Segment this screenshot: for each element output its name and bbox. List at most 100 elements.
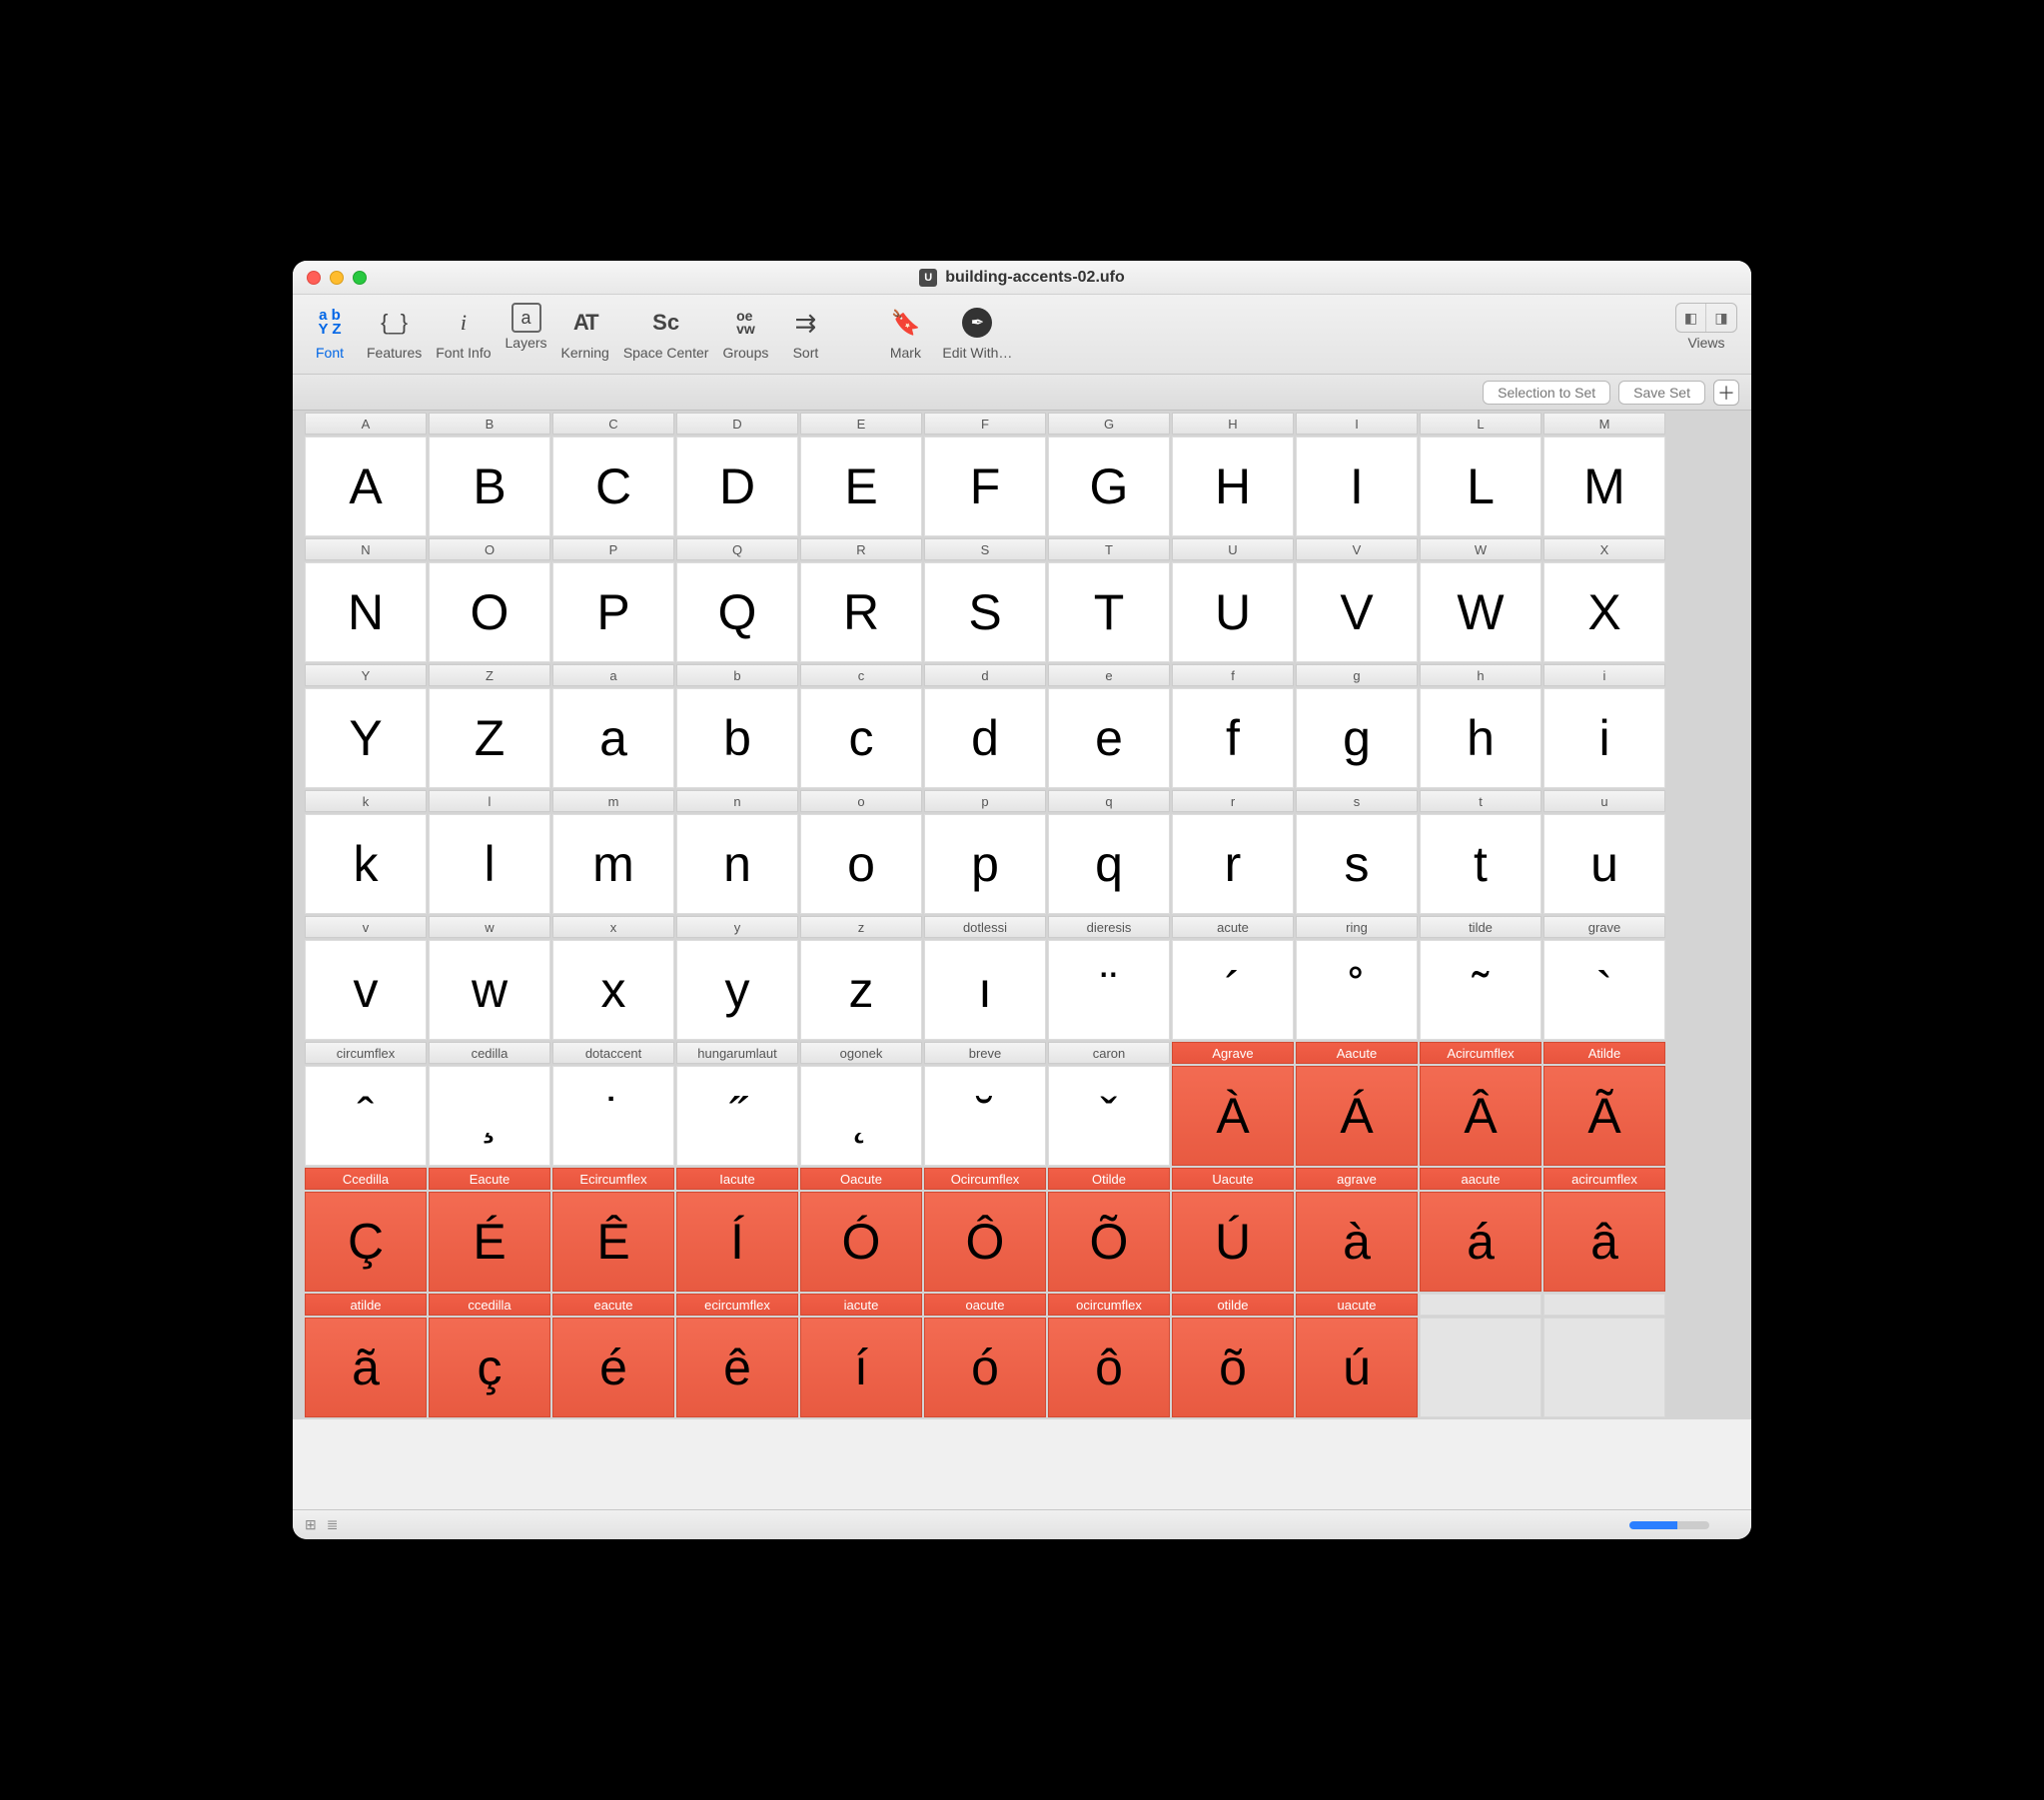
glyph-cell[interactable]: Ã <box>1543 1066 1665 1166</box>
glyph-cell[interactable]: N <box>305 562 427 662</box>
glyph-cell[interactable]: M <box>1543 437 1665 536</box>
glyph-cell[interactable]: Y <box>305 688 427 788</box>
glyph-cell[interactable]: y <box>676 940 798 1040</box>
glyph-cell[interactable]: D <box>676 437 798 536</box>
glyph-cell[interactable]: h <box>1420 688 1541 788</box>
glyph-cell[interactable]: A <box>305 437 427 536</box>
glyph-cell[interactable]: w <box>429 940 550 1040</box>
glyph-cell[interactable]: L <box>1420 437 1541 536</box>
glyph-cell[interactable]: ` <box>1543 940 1665 1040</box>
glyph-cell[interactable]: Ê <box>552 1192 674 1292</box>
glyph-cell[interactable]: ˘ <box>924 1066 1046 1166</box>
glyph-cell[interactable]: ˛ <box>800 1066 922 1166</box>
glyph-cell[interactable]: E <box>800 437 922 536</box>
glyph-cell[interactable]: R <box>800 562 922 662</box>
glyph-cell[interactable]: Í <box>676 1192 798 1292</box>
glyph-cell[interactable]: ô <box>1048 1318 1170 1417</box>
glyph-cell[interactable]: Õ <box>1048 1192 1170 1292</box>
toolbar-fontinfo[interactable]: i Font Info <box>436 303 491 361</box>
glyph-cell[interactable]: Ç <box>305 1192 427 1292</box>
glyph-cell[interactable]: À <box>1172 1066 1294 1166</box>
glyph-cell[interactable]: à <box>1296 1192 1418 1292</box>
glyph-cell[interactable]: U <box>1172 562 1294 662</box>
glyph-cell[interactable]: q <box>1048 814 1170 914</box>
glyph-cell[interactable]: v <box>305 940 427 1040</box>
glyph-cell[interactable]: p <box>924 814 1046 914</box>
glyph-cell[interactable]: T <box>1048 562 1170 662</box>
glyph-cell[interactable]: t <box>1420 814 1541 914</box>
glyph-cell[interactable]: â <box>1543 1192 1665 1292</box>
glyph-cell[interactable]: ˝ <box>676 1066 798 1166</box>
glyph-cell[interactable]: H <box>1172 437 1294 536</box>
glyph-cell[interactable]: X <box>1543 562 1665 662</box>
glyph-cell[interactable]: C <box>552 437 674 536</box>
glyph-cell[interactable]: c <box>800 688 922 788</box>
glyph-cell[interactable]: n <box>676 814 798 914</box>
glyph-cell[interactable]: W <box>1420 562 1541 662</box>
add-set-button[interactable]: ＋ <box>1713 380 1739 406</box>
glyph-cell[interactable]: ê <box>676 1318 798 1417</box>
toolbar-kerning[interactable]: AT Kerning <box>561 303 609 361</box>
glyph-cell[interactable]: õ <box>1172 1318 1294 1417</box>
glyph-cell[interactable]: ˙ <box>552 1066 674 1166</box>
glyph-cell[interactable]: é <box>552 1318 674 1417</box>
glyph-cell[interactable]: f <box>1172 688 1294 788</box>
view-sidebar-right-icon[interactable]: ◨ <box>1706 304 1736 332</box>
glyph-cell[interactable]: ˜ <box>1420 940 1541 1040</box>
horizontal-scrollbar[interactable] <box>1629 1521 1709 1529</box>
glyph-cell[interactable]: Ó <box>800 1192 922 1292</box>
selection-to-set-button[interactable]: Selection to Set <box>1483 381 1610 405</box>
glyph-cell[interactable]: Q <box>676 562 798 662</box>
glyph-cell[interactable]: í <box>800 1318 922 1417</box>
view-sidebar-left-icon[interactable]: ◧ <box>1676 304 1706 332</box>
glyph-cell[interactable]: Á <box>1296 1066 1418 1166</box>
grid-view-icon[interactable]: ⊞ <box>305 1516 317 1533</box>
glyph-cell[interactable]: ˆ <box>305 1066 427 1166</box>
glyph-cell[interactable]: b <box>676 688 798 788</box>
glyph-cell[interactable]: z <box>800 940 922 1040</box>
glyph-cell[interactable]: ¨ <box>1048 940 1170 1040</box>
glyph-cell[interactable]: ú <box>1296 1318 1418 1417</box>
toolbar-groups[interactable]: oe vw Groups <box>722 303 768 361</box>
glyph-cell[interactable]: G <box>1048 437 1170 536</box>
glyph-cell[interactable]: V <box>1296 562 1418 662</box>
glyph-cell[interactable]: P <box>552 562 674 662</box>
glyph-cell[interactable]: O <box>429 562 550 662</box>
glyph-cell[interactable]: a <box>552 688 674 788</box>
glyph-cell[interactable]: k <box>305 814 427 914</box>
list-view-icon[interactable]: ≣ <box>327 1516 339 1533</box>
glyph-cell[interactable]: Â <box>1420 1066 1541 1166</box>
toolbar-spacecenter[interactable]: Sc Space Center <box>623 303 709 361</box>
toolbar-sort[interactable]: ⇉ Sort <box>782 303 828 361</box>
glyph-cell[interactable]: g <box>1296 688 1418 788</box>
glyph-cell[interactable]: S <box>924 562 1046 662</box>
view-toggle[interactable]: ◧ ◨ <box>1675 303 1737 333</box>
glyph-cell[interactable]: d <box>924 688 1046 788</box>
glyph-cell[interactable]: r <box>1172 814 1294 914</box>
glyph-cell[interactable]: m <box>552 814 674 914</box>
toolbar-font[interactable]: a b Y Z Font <box>307 303 353 361</box>
glyph-cell[interactable]: I <box>1296 437 1418 536</box>
glyph-cell[interactable]: ˇ <box>1048 1066 1170 1166</box>
glyph-cell[interactable]: á <box>1420 1192 1541 1292</box>
glyph-cell[interactable]: ¸ <box>429 1066 550 1166</box>
glyph-cell[interactable]: ç <box>429 1318 550 1417</box>
glyph-grid-scroll[interactable]: ABCDEFGHILMABCDEFGHILMNOPQRSTUVWXNOPQRST… <box>293 411 1751 1509</box>
glyph-cell[interactable]: e <box>1048 688 1170 788</box>
glyph-cell[interactable]: u <box>1543 814 1665 914</box>
glyph-cell[interactable]: x <box>552 940 674 1040</box>
toolbar-editwith[interactable]: ✒ Edit With… <box>942 303 1012 361</box>
glyph-cell[interactable]: B <box>429 437 550 536</box>
toolbar-mark[interactable]: 🔖 Mark <box>882 303 928 361</box>
glyph-cell[interactable]: F <box>924 437 1046 536</box>
glyph-cell[interactable]: s <box>1296 814 1418 914</box>
glyph-cell[interactable]: ı <box>924 940 1046 1040</box>
glyph-cell[interactable]: ˚ <box>1296 940 1418 1040</box>
glyph-cell[interactable]: Ô <box>924 1192 1046 1292</box>
glyph-cell[interactable]: i <box>1543 688 1665 788</box>
glyph-cell[interactable]: Z <box>429 688 550 788</box>
glyph-cell[interactable]: É <box>429 1192 550 1292</box>
glyph-cell[interactable]: ó <box>924 1318 1046 1417</box>
glyph-cell[interactable]: ´ <box>1172 940 1294 1040</box>
glyph-cell[interactable]: ã <box>305 1318 427 1417</box>
